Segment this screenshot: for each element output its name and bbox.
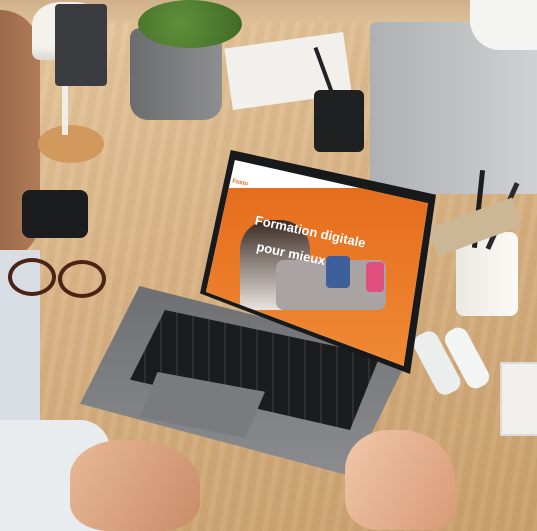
plant-leaves	[138, 0, 242, 48]
pen-cup	[314, 90, 364, 152]
dark-box	[55, 4, 107, 86]
photo-scene: Fasto Formation digitale pour mieux	[0, 0, 537, 531]
glasses-case	[22, 190, 88, 238]
lamp-base	[38, 125, 104, 163]
screen-cushion-pink	[366, 262, 384, 292]
screen-cushion	[326, 256, 350, 288]
right-hand	[345, 430, 455, 530]
person-right	[470, 0, 537, 50]
left-hand	[70, 440, 200, 531]
tray	[500, 362, 537, 436]
eyeglasses	[8, 258, 108, 298]
